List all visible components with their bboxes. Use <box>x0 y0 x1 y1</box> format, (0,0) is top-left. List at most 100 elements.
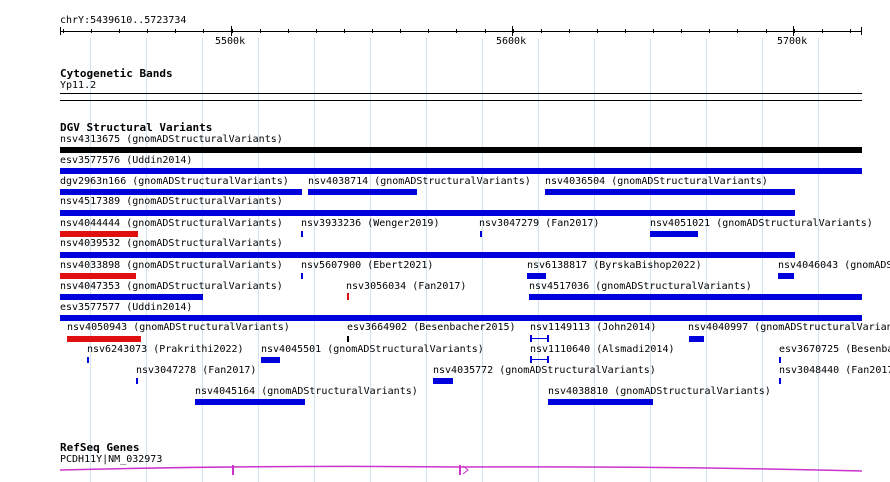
ruler-minor-tick <box>822 29 823 33</box>
ruler-minor-tick <box>91 29 92 33</box>
variant-label: nsv4517389 (gnomADStructuralVariants) <box>60 196 283 207</box>
variant-feature[interactable] <box>347 293 349 300</box>
variant-feature[interactable] <box>433 378 453 384</box>
variant-feature[interactable] <box>60 273 136 279</box>
variant-feature[interactable] <box>60 168 862 174</box>
ruler-minor-tick <box>653 29 654 33</box>
ruler-label: 5600k <box>496 36 527 47</box>
ruler-minor-tick <box>203 29 204 33</box>
variant-feature[interactable] <box>548 399 653 405</box>
variant-feature[interactable] <box>195 399 305 405</box>
ruler-minor-tick <box>597 29 598 33</box>
ruler-minor-tick <box>541 29 542 33</box>
ruler-minor-tick <box>147 29 148 33</box>
variant-label: nsv1110640 (Alsmadi2014) <box>530 344 675 355</box>
variant-label: nsv4036504 (gnomADStructuralVariants) <box>545 176 768 187</box>
variant-label: nsv4046043 (gnomADS <box>778 260 890 271</box>
ruler-minor-tick <box>316 29 317 33</box>
variant-feature-end <box>547 356 549 363</box>
ruler-minor-tick <box>485 29 486 33</box>
variant-feature-end <box>530 356 532 363</box>
variant-feature[interactable] <box>60 315 862 321</box>
variant-feature[interactable] <box>689 336 704 342</box>
variant-feature[interactable] <box>261 357 280 363</box>
ruler-tick <box>861 27 862 35</box>
variant-feature[interactable] <box>60 231 138 237</box>
variant-label: esv3577576 (Uddin2014) <box>60 155 193 166</box>
variant-feature[interactable] <box>67 336 141 342</box>
variant-label: esv3670725 (Besenba <box>779 344 890 355</box>
variant-feature[interactable] <box>308 189 417 195</box>
variant-label: nsv4039532 (gnomADStructuralVariants) <box>60 238 283 249</box>
locus-label: chrY:5439610..5723734 <box>60 15 187 26</box>
ruler-minor-tick <box>119 29 120 33</box>
ruler-minor-tick <box>569 29 570 33</box>
variant-label: nsv4051021 (gnomADStructuralVariants) <box>650 218 873 229</box>
variant-label: nsv1149113 (John2014) <box>530 322 657 333</box>
ruler-minor-tick <box>513 29 514 33</box>
cytoband-label: Yp11.2 <box>60 80 97 91</box>
variant-feature[interactable] <box>529 294 862 300</box>
variant-label: nsv4045501 (gnomADStructuralVariants) <box>261 344 484 355</box>
variant-feature[interactable] <box>60 210 795 216</box>
variant-feature[interactable] <box>779 378 781 384</box>
ruler-minor-tick <box>681 29 682 33</box>
variant-label: nsv4313675 (gnomADStructuralVariants) <box>60 134 283 145</box>
variant-feature[interactable] <box>778 273 794 279</box>
variant-feature[interactable] <box>87 357 89 363</box>
ruler-minor-tick <box>288 29 289 33</box>
variant-feature-end <box>530 335 532 342</box>
cytoband-track-title[interactable]: Cytogenetic Bands <box>60 67 173 80</box>
variant-label: nsv4045164 (gnomADStructuralVariants) <box>195 386 418 397</box>
variant-feature[interactable] <box>545 189 795 195</box>
variant-label: nsv6243073 (Prakrithi2022) <box>87 344 244 355</box>
variant-label: nsv6138817 (ByrskaBishop2022) <box>527 260 702 271</box>
variant-feature[interactable] <box>347 336 349 342</box>
variant-feature[interactable] <box>60 294 203 300</box>
variant-feature[interactable] <box>650 231 698 237</box>
gene-model[interactable] <box>60 462 862 478</box>
ruler-minor-tick <box>175 29 176 33</box>
variant-feature[interactable] <box>527 273 546 279</box>
ruler-minor-tick <box>372 29 373 33</box>
variant-label: nsv4047353 (gnomADStructuralVariants) <box>60 281 283 292</box>
variant-label: nsv3056034 (Fan2017) <box>346 281 467 292</box>
ruler-minor-tick <box>709 29 710 33</box>
refseq-track-title[interactable]: RefSeq Genes <box>60 441 139 454</box>
grid-line <box>482 38 483 482</box>
variant-feature[interactable] <box>301 231 303 237</box>
ruler-label: 5700k <box>777 36 808 47</box>
variant-label: esv3577577 (Uddin2014) <box>60 302 193 313</box>
variant-feature[interactable] <box>779 357 781 363</box>
variant-label: nsv3047279 (Fan2017) <box>479 218 600 229</box>
cytoband-bar[interactable] <box>60 93 862 101</box>
ruler-minor-tick <box>344 29 345 33</box>
dgv-track-title[interactable]: DGV Structural Variants <box>60 121 212 134</box>
ruler-minor-tick <box>232 29 233 33</box>
variant-label: dgv2963n166 (gnomADStructuralVariants) <box>60 176 289 187</box>
ruler-minor-tick <box>625 29 626 33</box>
ruler-label: 5500k <box>215 36 246 47</box>
variant-feature[interactable] <box>480 231 482 237</box>
variant-label: nsv4044444 (gnomADStructuralVariants) <box>60 218 283 229</box>
variant-feature[interactable] <box>60 189 302 195</box>
variant-label: esv3664902 (Besenbacher2015) <box>347 322 516 333</box>
variant-label: nsv4038810 (gnomADStructuralVariants) <box>548 386 771 397</box>
ruler-axis[interactable] <box>60 31 862 32</box>
variant-label: nsv4038714 (gnomADStructuralVariants) <box>308 176 531 187</box>
ruler-minor-tick <box>63 29 64 33</box>
ruler-minor-tick <box>794 29 795 33</box>
variant-feature[interactable] <box>136 378 138 384</box>
variant-label: nsv3047278 (Fan2017) <box>136 365 257 376</box>
ruler-tick <box>60 27 61 35</box>
variant-label: nsv4035772 (gnomADStructuralVariants) <box>433 365 656 376</box>
ruler-minor-tick <box>260 29 261 33</box>
variant-label: nsv3933236 (Wenger2019) <box>301 218 440 229</box>
variant-feature[interactable] <box>60 252 795 258</box>
variant-feature[interactable] <box>60 147 862 153</box>
variant-feature[interactable] <box>301 273 303 279</box>
grid-line <box>762 38 763 482</box>
ruler-minor-tick <box>428 29 429 33</box>
variant-label: nsv4517036 (gnomADStructuralVariants) <box>529 281 752 292</box>
ruler-minor-tick <box>400 29 401 33</box>
